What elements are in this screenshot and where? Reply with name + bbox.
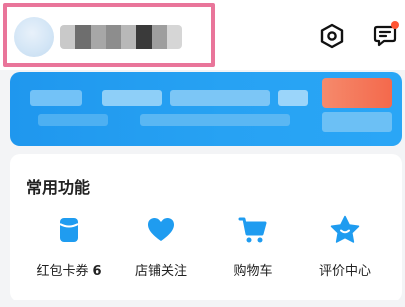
promo-badge bbox=[322, 78, 392, 108]
heart-icon bbox=[148, 218, 174, 241]
coupon-icon bbox=[59, 218, 79, 242]
bottom-divider bbox=[0, 300, 405, 307]
settings-icon[interactable] bbox=[316, 20, 348, 52]
store-follow-label: 店铺关注 bbox=[134, 264, 187, 279]
unread-badge bbox=[391, 21, 399, 29]
card-title: 常用功能 bbox=[26, 178, 91, 197]
username-redacted[interactable] bbox=[60, 25, 182, 49]
star-icon bbox=[330, 215, 360, 243]
review-center-label: 评价中心 bbox=[318, 264, 371, 279]
profile-header bbox=[0, 0, 405, 70]
coupon-count: 6 bbox=[92, 264, 102, 279]
chat-message-icon[interactable] bbox=[369, 20, 401, 52]
store-follow-entry[interactable]: 店铺关注 bbox=[116, 214, 206, 284]
cart-entry[interactable]: 购物车 bbox=[208, 214, 298, 284]
coupon-entry[interactable]: 红包卡券 6 bbox=[24, 214, 114, 284]
promo-banner[interactable] bbox=[10, 72, 402, 146]
user-avatar-icon[interactable] bbox=[14, 17, 54, 57]
review-center-entry[interactable]: 评价中心 bbox=[300, 214, 390, 284]
coupon-label: 红包卡券 bbox=[36, 264, 89, 279]
cart-icon bbox=[238, 217, 267, 243]
common-functions-card: 常用功能 红包卡券 6 店铺关注 购物车 评价中心 bbox=[10, 154, 402, 302]
cart-label: 购物车 bbox=[233, 264, 273, 279]
